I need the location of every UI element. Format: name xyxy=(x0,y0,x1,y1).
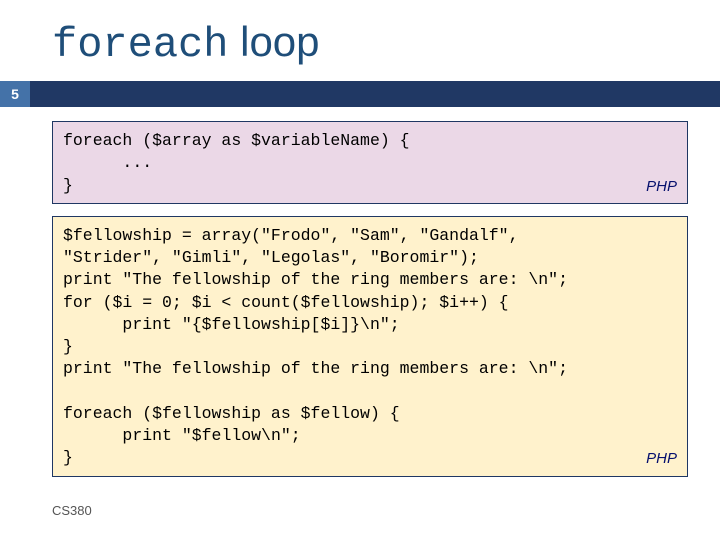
header-band: 5 xyxy=(0,81,720,107)
code-box-syntax: foreach ($array as $variableName) { ... … xyxy=(52,121,688,204)
language-label: PHP xyxy=(646,177,677,197)
language-label: PHP xyxy=(646,449,677,469)
content-area: foreach ($array as $variableName) { ... … xyxy=(0,121,720,477)
code-text: foreach ($array as $variableName) { ... … xyxy=(63,130,677,197)
code-text: $fellowship = array("Frodo", "Sam", "Gan… xyxy=(63,225,677,470)
title-mono: foreach xyxy=(52,21,228,69)
page-number-badge: 5 xyxy=(0,81,30,107)
title-rest: loop xyxy=(228,18,319,65)
slide-title: foreach loop xyxy=(0,0,720,81)
code-box-example: $fellowship = array("Frodo", "Sam", "Gan… xyxy=(52,216,688,477)
footer-course-code: CS380 xyxy=(52,503,92,518)
header-band-fill xyxy=(30,81,720,107)
